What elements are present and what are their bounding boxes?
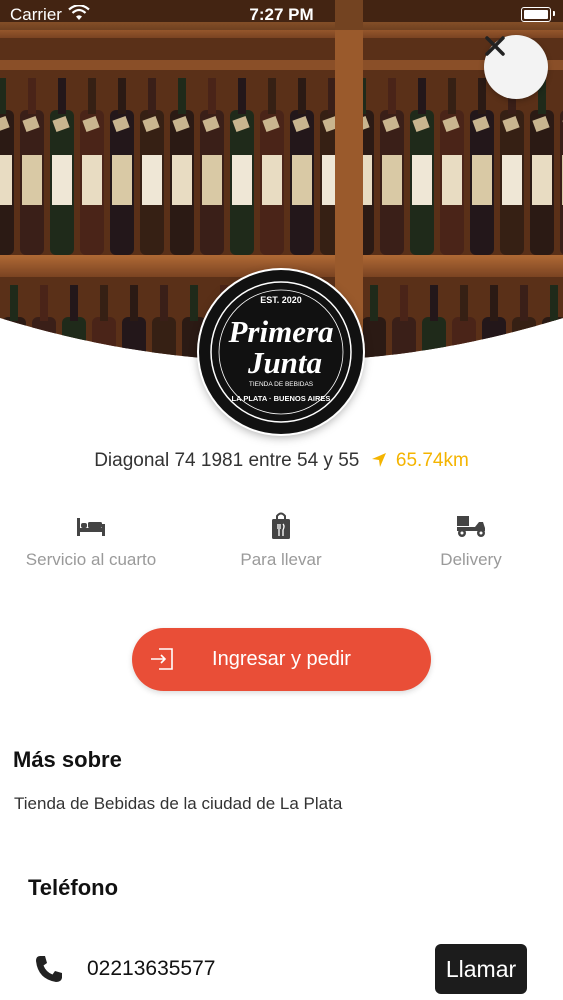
service-label: Delivery (440, 550, 502, 569)
call-button[interactable]: Llamar (435, 944, 527, 994)
logo-name-line1: Primera (227, 314, 333, 349)
logo-tagline: TIENDA DE BEBIDAS (249, 381, 314, 388)
navigation-arrow-icon (371, 452, 387, 474)
service-takeaway: Para llevar (191, 508, 371, 570)
store-distance: 65.74km (395, 450, 469, 471)
service-options: Servicio al cuarto Para llevar Delivery (0, 508, 563, 588)
battery-icon (521, 7, 551, 22)
service-label: Para llevar (240, 550, 322, 569)
enter-and-order-button[interactable]: Ingresar y pedir (132, 628, 431, 691)
call-button-label: Llamar (445, 955, 517, 982)
login-icon (150, 648, 174, 676)
logo-name-line2: Junta (247, 345, 322, 380)
phone-row: 02213635577 Llamar (0, 940, 563, 996)
phone-icon (34, 954, 64, 989)
about-text: Tienda de Bebidas de la ciudad de La Pla… (14, 794, 343, 813)
phone-title: Teléfono (28, 875, 119, 900)
service-room-service: Servicio al cuarto (1, 508, 181, 570)
close-button[interactable] (484, 35, 548, 99)
about-title: Más sobre (13, 747, 122, 772)
phone-number: 02213635577 (87, 957, 216, 980)
delivery-scooter-icon (381, 508, 561, 544)
store-logo: EST. 2020 Primera Junta TIENDA DE BEBIDA… (199, 270, 363, 434)
bed-icon (1, 508, 181, 544)
status-bar: Carrier 7:27 PM (0, 0, 563, 30)
address-row: Diagonal 74 1981 entre 54 y 55 65.74km (0, 450, 563, 474)
takeaway-bag-icon (191, 508, 371, 544)
close-icon (485, 36, 505, 56)
logo-location: LA PLATA · BUENOS AIRES (232, 394, 331, 403)
service-label: Servicio al cuarto (25, 550, 157, 569)
service-delivery: Delivery (381, 508, 561, 570)
clock: 7:27 PM (249, 5, 314, 24)
logo-est-text: EST. 2020 (260, 295, 302, 305)
store-address: Diagonal 74 1981 entre 54 y 55 (94, 450, 360, 471)
enter-and-order-label: Ingresar y pedir (212, 648, 351, 670)
